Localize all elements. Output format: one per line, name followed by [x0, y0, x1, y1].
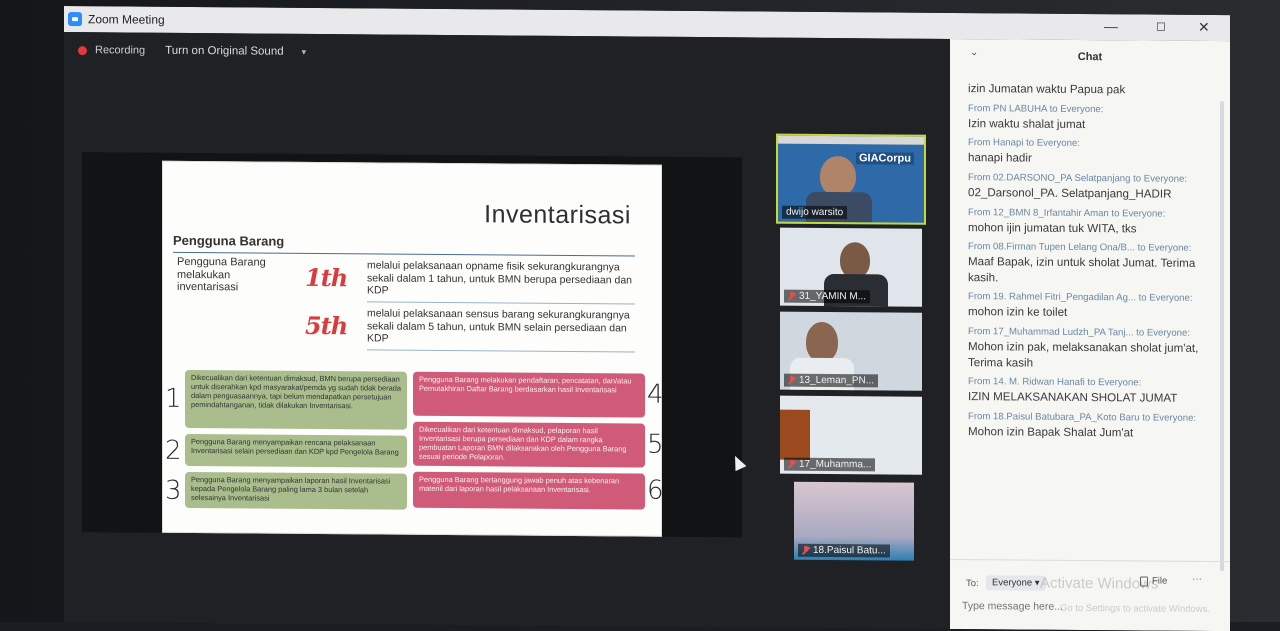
- shared-slide: Inventarisasi Pengguna Barang Pengguna B…: [162, 160, 664, 537]
- frequency-text: melalui pelaksanaan sensus barang sekura…: [367, 307, 630, 345]
- zoom-app-icon: [68, 12, 82, 27]
- video-area: Recording Turn on Original Sound ▾ Inven…: [64, 32, 950, 629]
- chat-message: From 14. M. Ridwan Hanafi to Everyone: I…: [968, 377, 1216, 408]
- message-sender[interactable]: From 18.Paisul Batubara_PA_Koto Baru to …: [968, 411, 1216, 424]
- participant-tile[interactable]: 17_Muhamma...: [780, 395, 922, 475]
- frequency-text: melalui pelaksanaan opname fisik sekuran…: [367, 259, 633, 297]
- window-title: Zoom Meeting: [88, 12, 165, 27]
- info-box: Dikecualikan dari ketentuan dimaksud, pe…: [413, 421, 645, 468]
- chat-message: izin Jumatan waktu Papua pak: [968, 81, 1216, 99]
- info-box: Pengguna Barang bertanggung jawab penuh …: [413, 471, 645, 510]
- meeting-top-bar: Recording Turn on Original Sound ▾: [78, 44, 306, 58]
- info-box: Pengguna Barang melakukan pendaftaran, p…: [413, 371, 645, 418]
- chat-header: ⌄ Chat: [950, 39, 1230, 77]
- message-sender[interactable]: From 19. Rahmel Fitri_Pengadilan Ag... t…: [968, 292, 1216, 305]
- muted-mic-icon: [788, 292, 796, 301]
- muted-mic-icon: [788, 376, 796, 385]
- participant-name: 18.Paisul Batu...: [798, 543, 890, 558]
- message-text: mohon izin ke toilet: [968, 305, 1068, 320]
- to-label: To:: [966, 578, 979, 590]
- message-sender[interactable]: From 02.DARSONO_PA Selatpanjang to Every…: [968, 172, 1216, 185]
- slide-title: Inventarisasi: [484, 200, 631, 230]
- chat-message-list: izin Jumatan waktu Papua pak From PN LAB…: [968, 81, 1216, 448]
- frequency-label: 1th: [305, 262, 348, 293]
- message-text: 02_Darsonol_PA. Selatpanjang_HADIR: [968, 186, 1172, 201]
- logo-text: GIACorpu: [856, 152, 914, 165]
- message-sender[interactable]: From 12_BMN 8_Irfantahir Aman to Everyon…: [968, 207, 1216, 220]
- info-box: Dikecualikan dari ketentuan dimaksud, BM…: [185, 369, 407, 430]
- minimize-icon[interactable]: —: [1104, 18, 1118, 34]
- file-icon: [1140, 575, 1148, 587]
- info-box: Pengguna Barang menyampaikan rencana pel…: [185, 433, 407, 468]
- chat-message: From 17_Muhammad Ludzh_PA Tanj... to Eve…: [968, 326, 1216, 372]
- message-text: Izin waktu shalat jumat: [968, 116, 1086, 131]
- slide-heading: Pengguna Barang: [173, 232, 285, 249]
- participant-face: [820, 155, 856, 197]
- message-text: izin Jumatan waktu Papua pak: [968, 82, 1126, 97]
- message-sender[interactable]: From 17_Muhammad Ludzh_PA Tanj... to Eve…: [968, 326, 1216, 339]
- message-text: Mohon izin pak, melaksanakan sholat jum'…: [968, 340, 1199, 370]
- message-text: mohon ijin jumatan tuk WITA, tks: [968, 220, 1137, 235]
- chat-scrollbar[interactable]: [1220, 101, 1224, 572]
- chat-message: From 08.Firman Tupen Lelang Ona/B... to …: [968, 241, 1216, 287]
- participant-tile[interactable]: 13_Leman_PN...: [780, 311, 922, 391]
- recording-label[interactable]: Recording: [95, 44, 145, 56]
- participant-name: dwijo warsito: [782, 205, 848, 220]
- chevron-down-icon[interactable]: ▾: [302, 46, 307, 57]
- chat-message: From 19. Rahmel Fitri_Pengadilan Ag... t…: [968, 292, 1216, 323]
- box-number: 6: [647, 475, 664, 506]
- divider: [367, 349, 635, 353]
- slide-subject: Pengguna Barang melakukan inventarisasi: [177, 255, 266, 294]
- message-text: Maaf Bapak, izin untuk sholat Jumat. Ter…: [968, 255, 1196, 285]
- participant-face: [840, 242, 870, 279]
- box-number: 2: [165, 435, 182, 466]
- chat-message: From 18.Paisul Batubara_PA_Koto Baru to …: [968, 411, 1216, 442]
- participant-name: 31_YAMIN M...: [784, 289, 871, 304]
- file-button[interactable]: File: [1140, 575, 1168, 587]
- message-sender[interactable]: From PN LABUHA to Everyone:: [968, 103, 1216, 116]
- box-number: 1: [165, 383, 182, 414]
- more-options-icon[interactable]: ···: [1192, 574, 1202, 585]
- message-sender[interactable]: From 08.Firman Tupen Lelang Ona/B... to …: [968, 241, 1216, 254]
- recipient-select[interactable]: Everyone ▾: [986, 575, 1046, 591]
- participant-face: [806, 321, 838, 363]
- message-text: IZIN MELAKSANAKAN SHOLAT JUMAT: [968, 390, 1178, 406]
- participant-name: 17_Muhamma...: [784, 457, 876, 472]
- photo-background: Zoom Meeting — ☐ ✕ Recording Turn on Ori…: [0, 0, 1280, 631]
- muted-mic-icon: [788, 460, 796, 469]
- participant-tile[interactable]: 31_YAMIN M...: [780, 227, 922, 307]
- box-number: 4: [647, 379, 664, 410]
- participant-tile[interactable]: 18.Paisul Batu...: [794, 481, 914, 561]
- info-box: Pengguna Barang menyampaikan laporan has…: [185, 471, 407, 510]
- message-text: hanapi hadir: [968, 151, 1032, 165]
- box-number: 5: [647, 429, 664, 460]
- file-label: File: [1152, 575, 1168, 587]
- maximize-icon[interactable]: ☐: [1156, 21, 1166, 34]
- muted-mic-icon: [802, 546, 810, 555]
- message-text: Mohon izin Bapak Shalat Jum'at: [968, 425, 1134, 440]
- participant-name: 13_Leman_PN...: [784, 373, 879, 388]
- chat-panel: ⌄ Chat izin Jumatan waktu Papua pak From…: [950, 38, 1230, 631]
- recording-icon: [78, 45, 87, 55]
- chat-message: From 02.DARSONO_PA Selatpanjang to Every…: [968, 172, 1216, 203]
- chat-footer: To: Everyone ▾ Activate Windows Go to Se…: [950, 558, 1230, 631]
- chat-message: From PN LABUHA to Everyone: Izin waktu s…: [968, 103, 1216, 134]
- message-sender[interactable]: From Hanapi to Everyone:: [968, 137, 1216, 150]
- background-object: [780, 409, 810, 460]
- message-sender[interactable]: From 14. M. Ridwan Hanafi to Everyone:: [968, 377, 1216, 390]
- frequency-label: 5th: [305, 310, 348, 341]
- original-sound-button[interactable]: Turn on Original Sound: [165, 45, 283, 58]
- box-number: 3: [165, 475, 182, 506]
- close-icon[interactable]: ✕: [1198, 19, 1210, 36]
- chat-message: From Hanapi to Everyone: hanapi hadir: [968, 137, 1216, 168]
- chat-title: Chat: [1077, 50, 1103, 64]
- chat-message-input[interactable]: [962, 600, 1182, 614]
- chat-message: From 12_BMN 8_Irfantahir Aman to Everyon…: [968, 207, 1216, 238]
- zoom-window: Zoom Meeting — ☐ ✕ Recording Turn on Ori…: [64, 6, 1230, 631]
- divider: [367, 301, 635, 305]
- tile-banner: [778, 135, 924, 145]
- participant-tile[interactable]: GIACorpu dwijo warsito: [776, 133, 926, 225]
